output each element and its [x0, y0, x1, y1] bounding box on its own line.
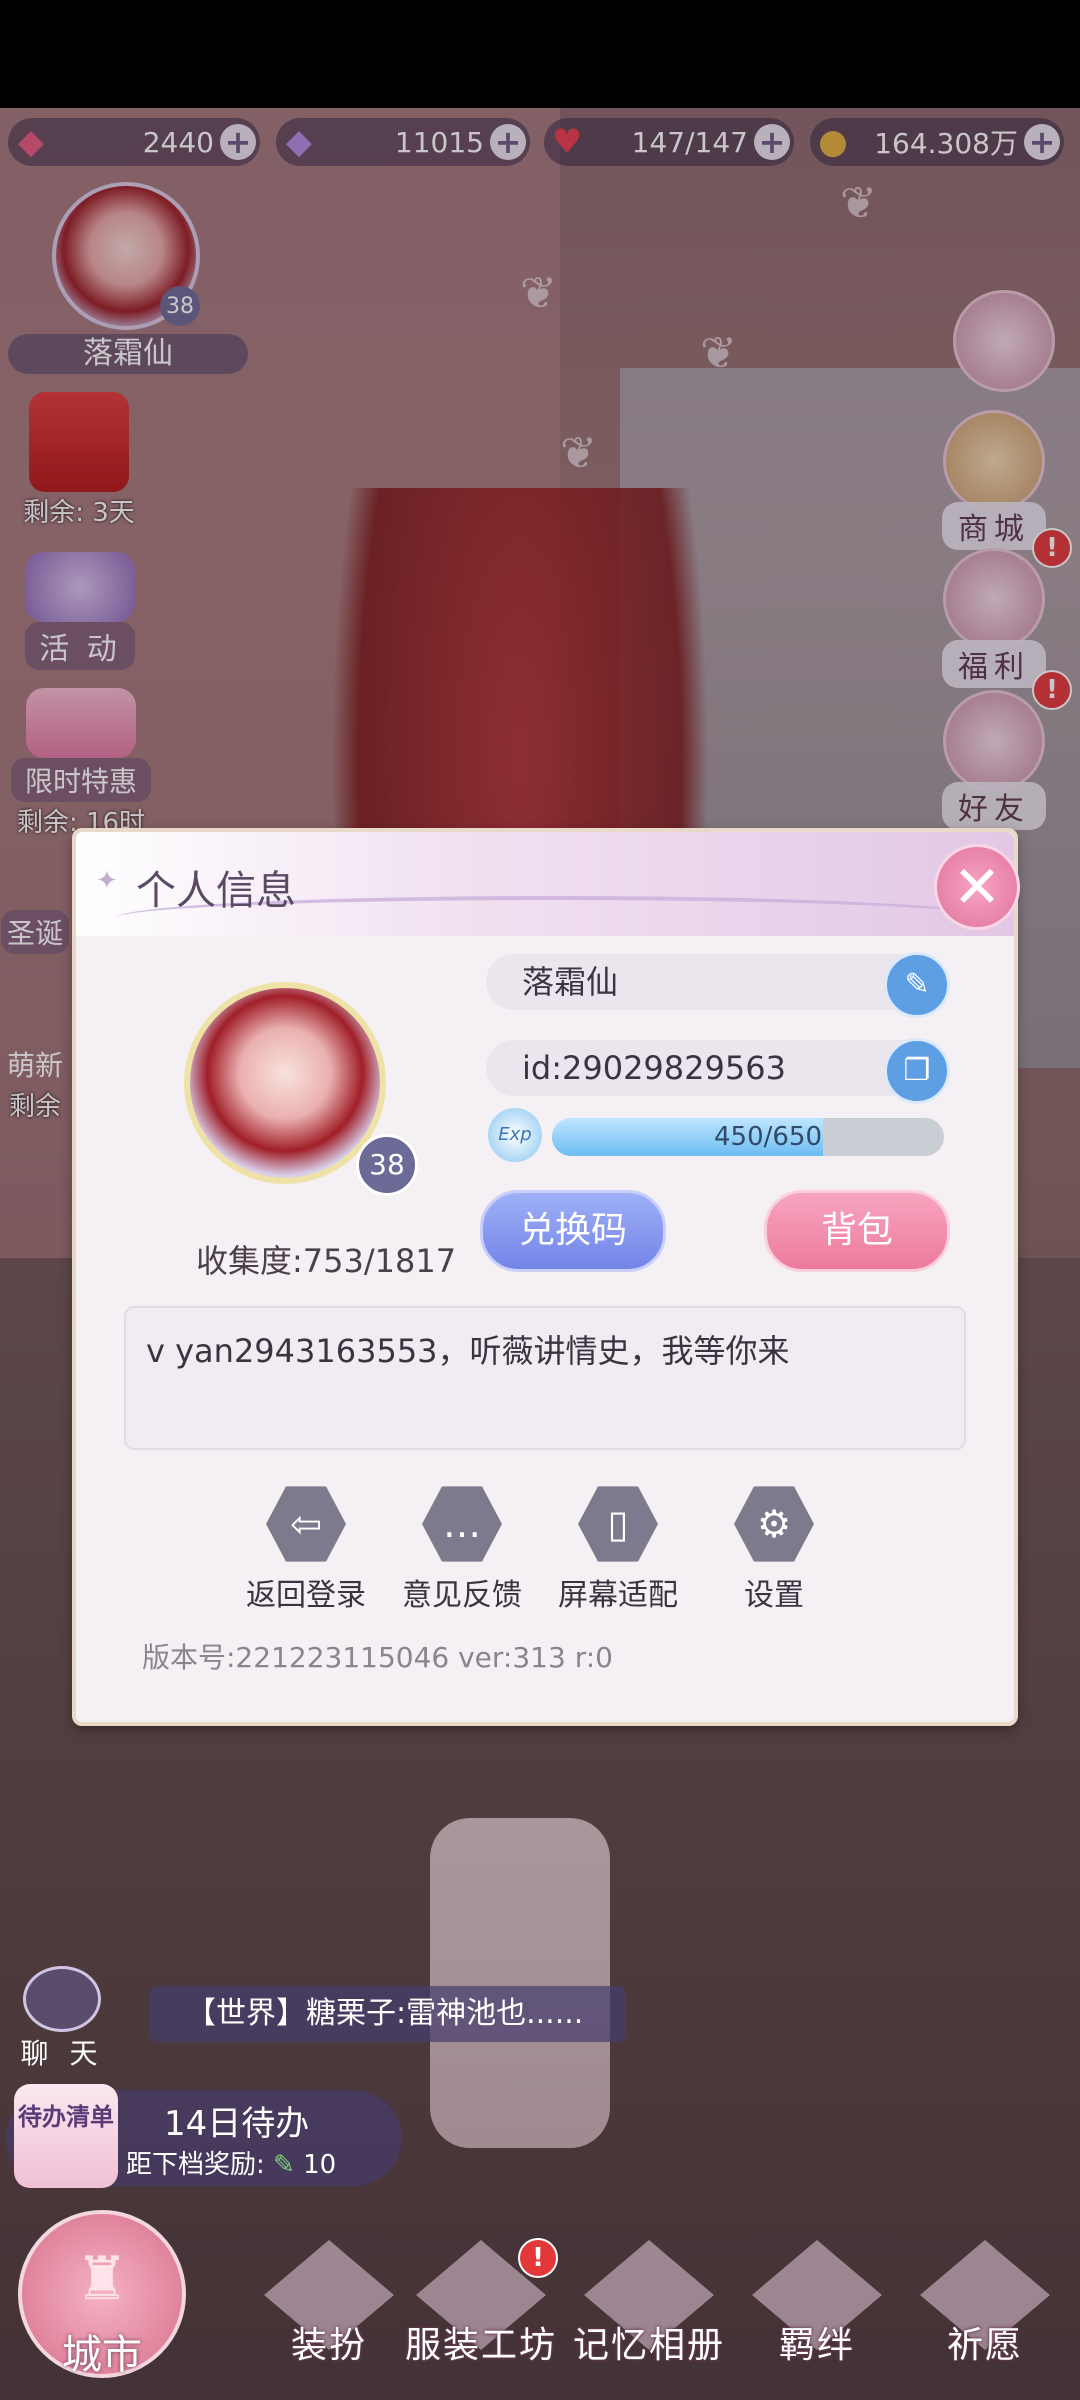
- wish-button[interactable]: 祈愿: [900, 2240, 1070, 2368]
- dress-up-label: 装扮: [290, 2325, 367, 2366]
- pencil-icon: ✎: [904, 967, 930, 1002]
- bond-label: 羁绊: [778, 2325, 855, 2366]
- chat-label: 聊 天: [20, 2037, 104, 2070]
- sparkle-icon: ✦: [96, 866, 118, 896]
- name-field: 落霜仙: [486, 954, 946, 1010]
- todo-title: 14日待办: [164, 2104, 310, 2144]
- id-field: id:29029829563: [486, 1040, 946, 1096]
- collection-progress: 收集度:753/1817: [196, 1242, 457, 1280]
- chat-bubble-icon: [23, 1966, 101, 2032]
- feedback-label: 意见反馈: [402, 1578, 522, 1613]
- memory-album-button[interactable]: 记忆相册: [564, 2240, 734, 2368]
- todo-reward-count: 10: [303, 2150, 337, 2180]
- exp-progress-text: 450/650: [713, 1122, 822, 1152]
- screen-adapt-icon: ▯: [578, 1486, 658, 1562]
- version-text: 版本号:221223115046 ver:313 r:0: [142, 1641, 613, 1674]
- logout-button[interactable]: ⇦ 返回登录: [236, 1484, 376, 1614]
- todo-subtitle-text: 距下档奖励:: [126, 2150, 265, 2180]
- screen-adapt-label: 屏幕适配: [558, 1578, 678, 1613]
- todo-subtitle: 距下档奖励: ✎ 10: [126, 2144, 336, 2181]
- profile-avatar[interactable]: [184, 982, 386, 1184]
- wish-label: 祈愿: [946, 2325, 1023, 2366]
- exp-icon: Exp: [488, 1108, 542, 1162]
- panel-title: 个人信息: [136, 868, 296, 914]
- exp-progress-bar: 450/650: [552, 1118, 944, 1156]
- clothing-workshop-button[interactable]: 服装工坊: [396, 2240, 566, 2368]
- world-chat-message[interactable]: 【世界】糖栗子:雷神池也......: [150, 1986, 626, 2042]
- bond-button[interactable]: 羁绊: [732, 2240, 902, 2368]
- redeem-code-button[interactable]: 兑换码: [480, 1190, 666, 1272]
- castle-icon: ♜: [75, 2244, 129, 2314]
- status-bar: [0, 0, 1080, 108]
- profile-panel: ✦ 个人信息 ✕ 38 收集度:753/1817 落霜仙 ✎ id:290298…: [72, 828, 1020, 1726]
- todo-banner[interactable]: 待办清单 14日待办 距下档奖励: ✎ 10: [6, 2084, 402, 2188]
- city-button[interactable]: ♜ 城市: [18, 2210, 186, 2378]
- dress-up-button[interactable]: 装扮: [244, 2240, 414, 2368]
- settings-button[interactable]: ⚙ 设置: [704, 1484, 844, 1614]
- chat-button[interactable]: 聊 天: [14, 1966, 110, 2070]
- logout-icon: ⇦: [266, 1486, 346, 1562]
- clothing-workshop-label: 服装工坊: [404, 2325, 557, 2366]
- feedback-button[interactable]: … 意见反馈: [392, 1484, 532, 1614]
- close-button[interactable]: ✕: [934, 844, 1020, 930]
- copy-id-button[interactable]: ❐: [884, 1038, 950, 1104]
- edit-name-button[interactable]: ✎: [884, 952, 950, 1018]
- profile-level-badge: 38: [356, 1134, 418, 1196]
- memory-album-label: 记忆相册: [572, 2325, 725, 2366]
- gear-icon: ⚙: [734, 1486, 814, 1562]
- feedback-icon: …: [422, 1486, 502, 1562]
- bag-button[interactable]: 背包: [764, 1190, 950, 1272]
- pencil-icon: ✎: [273, 2150, 295, 2180]
- logout-label: 返回登录: [246, 1578, 366, 1613]
- screen-adapt-button[interactable]: ▯ 屏幕适配: [548, 1484, 688, 1614]
- todo-list-icon: 待办清单: [14, 2084, 118, 2188]
- signature-box[interactable]: v yan2943163553，听薇讲情史，我等你来: [124, 1306, 966, 1450]
- copy-icon: ❐: [903, 1053, 931, 1088]
- city-label: 城市: [62, 2332, 142, 2378]
- settings-label: 设置: [744, 1578, 804, 1613]
